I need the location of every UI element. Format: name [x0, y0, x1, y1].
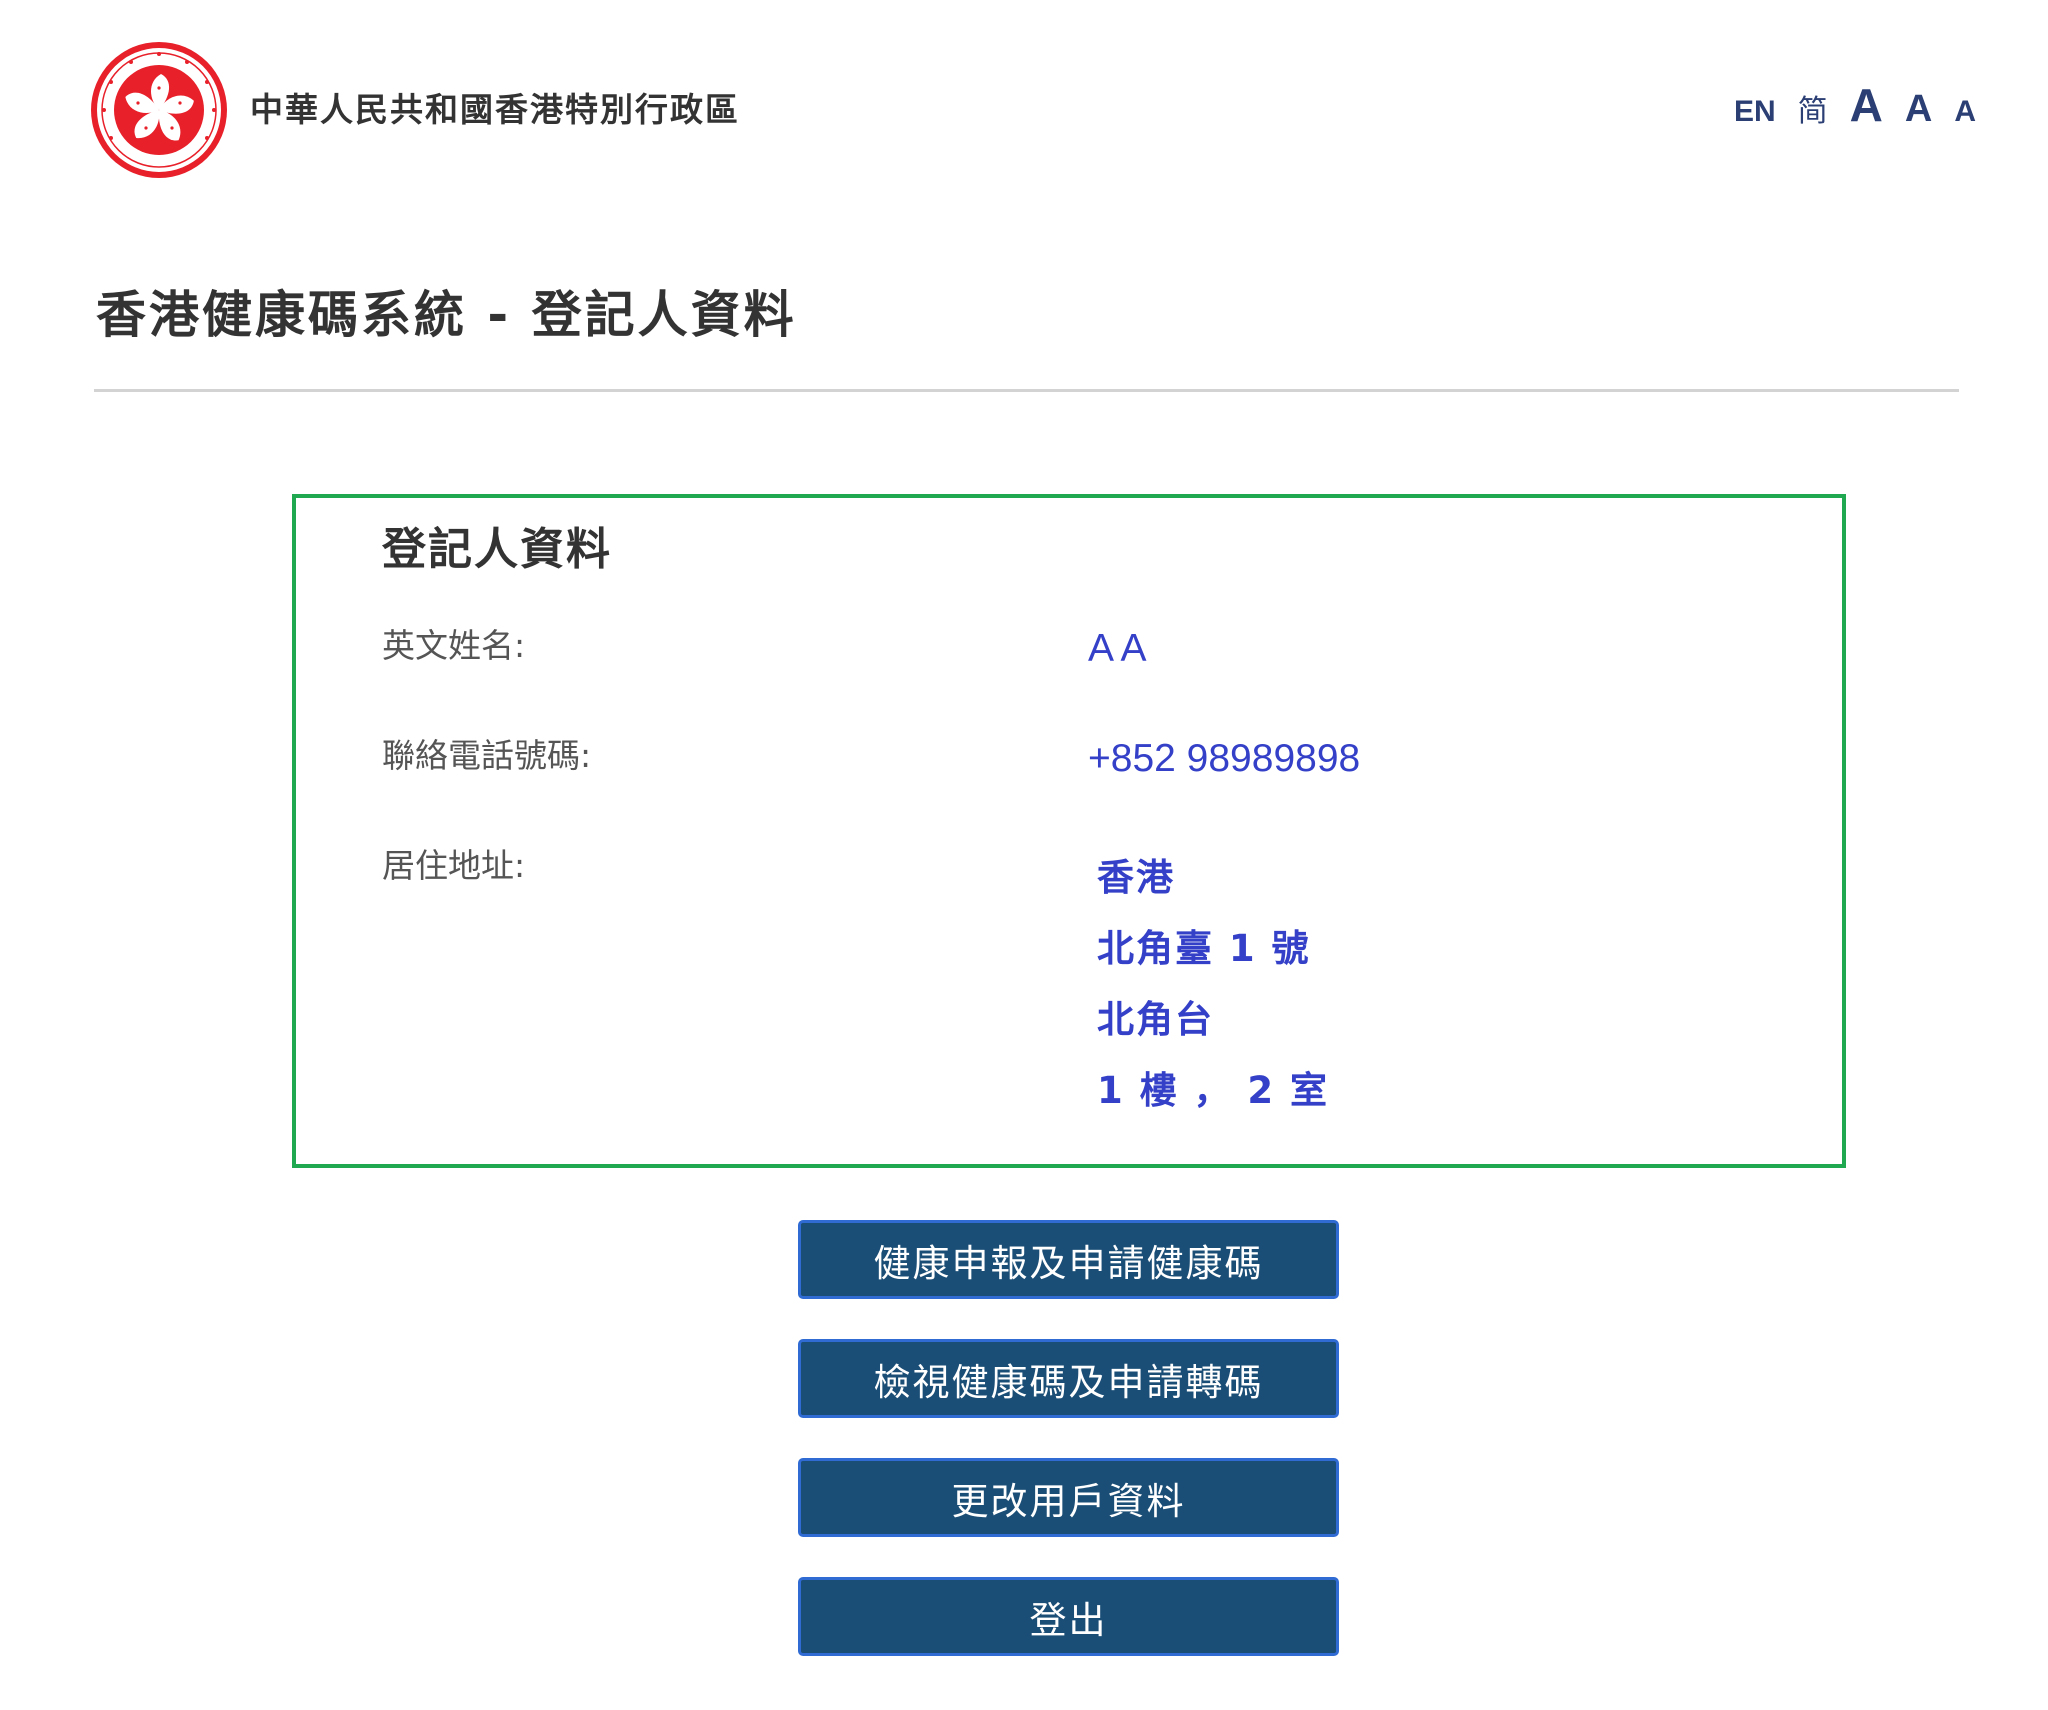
phone-label: 聯絡電話號碼: [382, 736, 592, 775]
registrant-section-title: 登記人資料 [382, 524, 612, 575]
logout-button[interactable]: 登出 [798, 1577, 1339, 1656]
english-name-label: 英文姓名: [382, 626, 526, 665]
language-and-font-controls: EN 简 A A A [1734, 78, 1976, 138]
view-health-code-button[interactable]: 檢視健康碼及申請轉碼 [798, 1339, 1339, 1418]
font-size-large-link[interactable]: A [1850, 78, 1883, 132]
address-line: 香港 [1097, 856, 1175, 899]
government-name: 中華人民共和國香港特別行政區 [250, 90, 740, 129]
page-title: 香港健康碼系統 - 登記人資料 [96, 286, 797, 344]
address-label: 居住地址: [382, 846, 526, 885]
registrant-info-card: 登記人資料 英文姓名: A A 聯絡電話號碼: +852 98989898 居住… [292, 494, 1846, 1168]
phone-value: +852 98989898 [1088, 737, 1361, 780]
language-english-link[interactable]: EN [1734, 95, 1776, 129]
english-name-value: A A [1088, 627, 1147, 670]
address-line: 1 樓 ， 2 室 [1097, 1069, 1330, 1112]
language-simplified-chinese-link[interactable]: 简 [1798, 86, 1828, 130]
font-size-medium-link[interactable]: A [1905, 88, 1932, 131]
edit-user-info-button[interactable]: 更改用戶資料 [798, 1458, 1339, 1537]
title-divider [94, 389, 1959, 392]
health-declaration-button[interactable]: 健康申報及申請健康碼 [798, 1220, 1339, 1299]
address-line: 北角臺 1 號 [1097, 927, 1311, 970]
site-header: 中華人民共和國香港特別行政區 EN 简 A A A [0, 0, 2048, 200]
font-size-small-link[interactable]: A [1954, 95, 1976, 129]
address-line: 北角台 [1097, 998, 1214, 1041]
hksar-emblem-icon [91, 42, 227, 178]
